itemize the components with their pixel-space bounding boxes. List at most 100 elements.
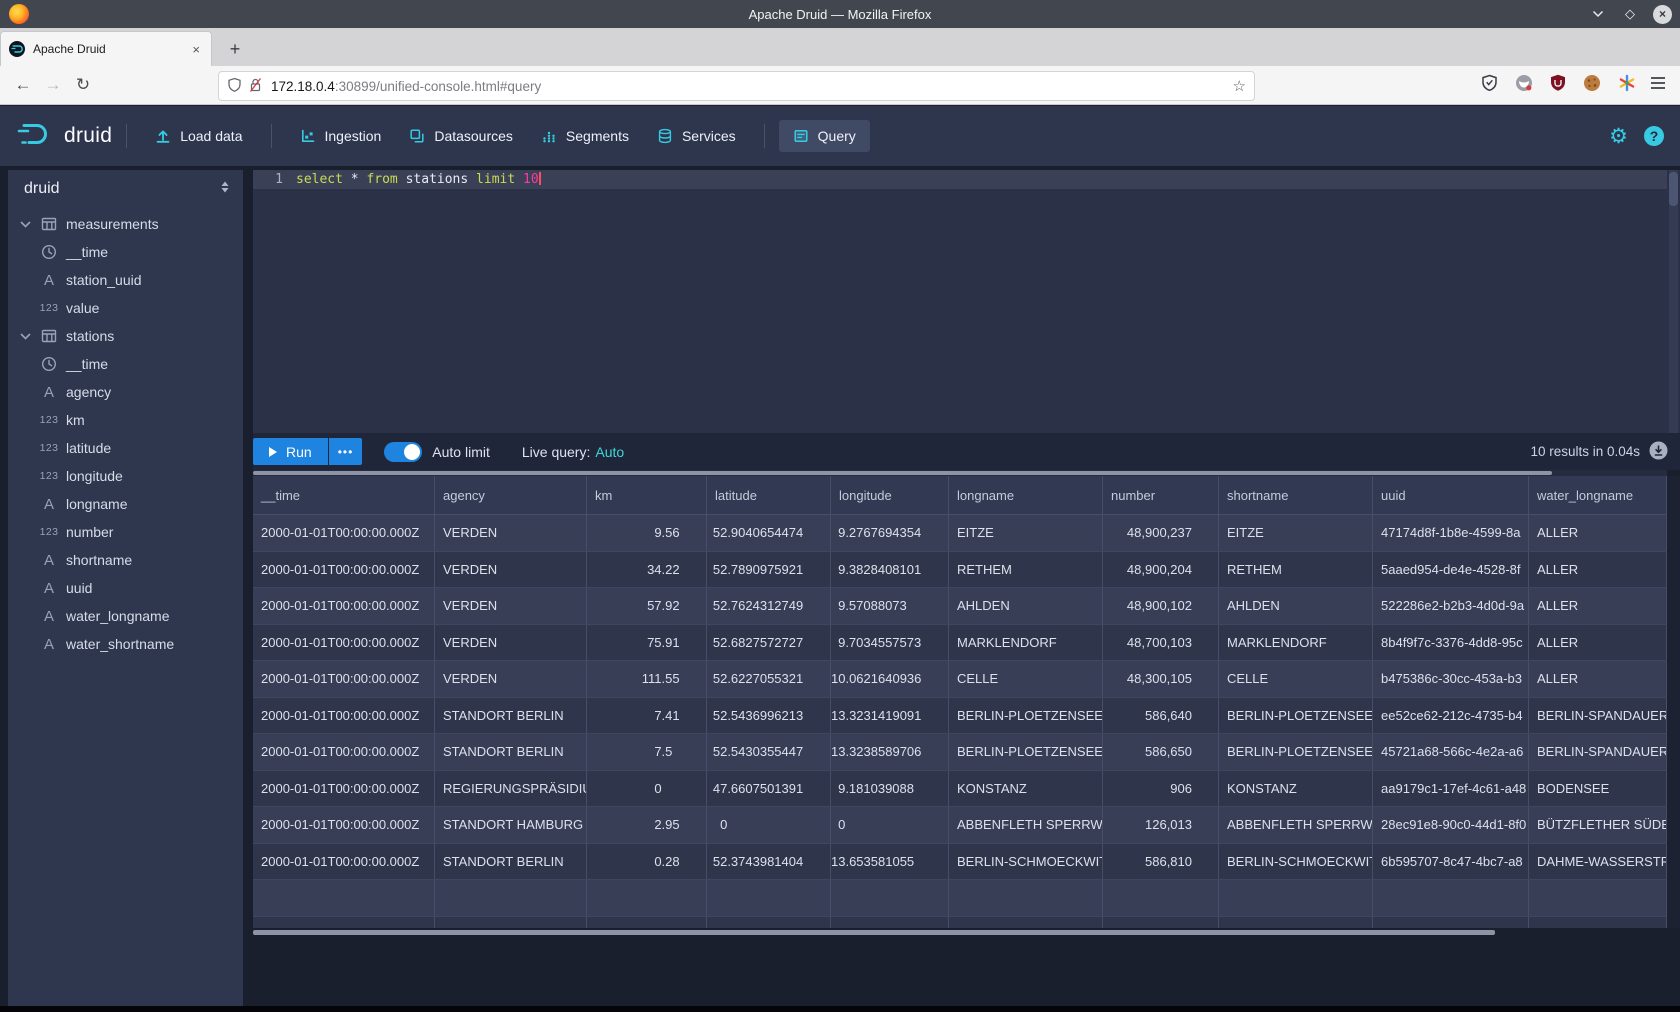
schema-column-number[interactable]: 123number [8,518,243,546]
schema-column-longitude[interactable]: 123longitude [8,462,243,490]
cell-km[interactable]: 9.56 [587,515,707,551]
cookie-icon[interactable] [1583,74,1601,97]
run-more-options-button[interactable]: ••• [329,438,363,465]
run-button[interactable]: Run [253,438,328,465]
cell-agency[interactable]: VERDEN [435,661,587,697]
forward-button[interactable]: → [38,71,68,99]
cell-longitude[interactable]: 13.653581055 [831,844,949,880]
cell-km[interactable]: 34.22 [587,552,707,588]
column-header-agency[interactable]: agency [435,476,587,514]
settings-gear-icon[interactable]: ⚙ [1609,126,1628,147]
nav-item-load-data[interactable]: Load data [141,120,256,152]
nav-item-query[interactable]: Query [779,120,870,152]
cell-longitude[interactable]: 13.3238589706 [831,734,949,770]
column-header-latitude[interactable]: latitude [707,476,831,514]
lock-crossed-icon[interactable] [248,77,263,96]
cell-__time[interactable]: 2000-01-01T00:00:00.000Z [253,661,435,697]
column-header-shortname[interactable]: shortname [1219,476,1373,514]
cell-longname[interactable]: KONSTANZ [949,771,1103,807]
cell-uuid[interactable]: 45721a68-566c-4e2a-a6 [1373,734,1529,770]
window-close-icon[interactable]: × [1653,5,1672,24]
cell-longitude[interactable]: 9.7034557573 [831,625,949,661]
cell-latitude[interactable]: 52.3743981404 [707,844,831,880]
cell-km[interactable]: 111.55 [587,661,707,697]
cell-latitude[interactable]: 52.7890975921 [707,552,831,588]
cell-longname[interactable]: BERLIN-SCHMOECKWITZ [949,844,1103,880]
cell-__time[interactable]: 2000-01-01T00:00:00.000Z [253,588,435,624]
query-editor[interactable]: 1 select * from stations limit 10 [253,170,1680,433]
back-button[interactable]: ← [8,71,38,99]
cell-latitude[interactable]: 52.6227055321 [707,661,831,697]
reload-button[interactable]: ↻ [68,71,98,99]
cell-uuid[interactable]: 5aaed954-de4e-4528-8f [1373,552,1529,588]
cell-agency[interactable]: VERDEN [435,552,587,588]
cell-shortname[interactable]: BERLIN-SCHMOECKWITZ [1219,844,1373,880]
cell-km[interactable]: 0 [587,771,707,807]
cell-longitude[interactable]: 10.0621640936 [831,661,949,697]
cell-latitude[interactable]: 52.7624312749 [707,588,831,624]
cell-km[interactable]: 2.95 [587,807,707,843]
window-menu-chevron-icon[interactable] [1589,5,1607,23]
schema-column-km[interactable]: 123km [8,406,243,434]
schema-column-value[interactable]: 123value [8,294,243,322]
column-header-water_longname[interactable]: water_longname [1529,476,1667,514]
druid-brand[interactable]: druid [16,121,112,152]
live-query-value[interactable]: Auto [595,444,624,460]
cell-shortname[interactable]: ABBENFLETH SPERRWER [1219,807,1373,843]
cell-number[interactable]: 48,700,103 [1103,625,1219,661]
cell-number[interactable]: 48,300,105 [1103,661,1219,697]
new-tab-button[interactable]: + [222,36,248,62]
cell-shortname[interactable]: EITZE [1219,515,1373,551]
cell-water_longname[interactable]: ALLER [1529,625,1667,661]
cell-shortname[interactable]: AHLDEN [1219,588,1373,624]
cell-water_longname[interactable]: ALLER [1529,588,1667,624]
schema-column-water_shortname[interactable]: Awater_shortname [8,630,243,658]
cell-longname[interactable]: RETHEM [949,552,1103,588]
download-circle-icon[interactable] [1649,441,1668,463]
cell-number[interactable]: 48,900,204 [1103,552,1219,588]
cell-longname[interactable]: BERLIN-PLOETZENSEE C [949,698,1103,734]
cell-agency[interactable]: STANDORT BERLIN [435,698,587,734]
schema-column-station_uuid[interactable]: Astation_uuid [8,266,243,294]
cell-uuid[interactable]: b475386c-30cc-453a-b3 [1373,661,1529,697]
cell-water_longname[interactable]: DAHME-WASSERSTRAS [1529,844,1667,880]
help-icon[interactable]: ? [1644,126,1664,146]
url-bar[interactable]: 172.18.0.4:30899/unified-console.html#qu… [218,71,1255,101]
nav-item-services[interactable]: Services [643,120,750,152]
cell-__time[interactable]: 2000-01-01T00:00:00.000Z [253,807,435,843]
cell-longname[interactable]: CELLE [949,661,1103,697]
cell-latitude[interactable]: 0 [707,807,831,843]
cell-longitude[interactable]: 0 [831,807,949,843]
cell-uuid[interactable]: 47174d8f-1b8e-4599-8a [1373,515,1529,551]
cell-latitude[interactable]: 52.9040654474 [707,515,831,551]
cell-water_longname[interactable]: BODENSEE [1529,771,1667,807]
cell-__time[interactable]: 2000-01-01T00:00:00.000Z [253,552,435,588]
schema-column-agency[interactable]: Aagency [8,378,243,406]
url-text[interactable]: 172.18.0.4:30899/unified-console.html#qu… [271,79,541,94]
bookmark-star-icon[interactable]: ☆ [1233,77,1246,95]
cell-latitude[interactable]: 52.5436996213 [707,698,831,734]
cell-shortname[interactable]: BERLIN-PLOETZENSEE C [1219,698,1373,734]
hamburger-menu-icon[interactable] [1650,76,1666,95]
cell-number[interactable]: 906 [1103,771,1219,807]
cell-__time[interactable]: 2000-01-01T00:00:00.000Z [253,698,435,734]
cell-uuid[interactable]: aa9179c1-17ef-4c61-a48 [1373,771,1529,807]
cell-uuid[interactable]: 6b595707-8c47-4bc7-a8 [1373,844,1529,880]
schema-column-water_longname[interactable]: Awater_longname [8,602,243,630]
cell-longitude[interactable]: 13.3231419091 [831,698,949,734]
sql-query-text[interactable]: select * from stations limit 10 [296,170,541,189]
nav-item-ingestion[interactable]: Ingestion [286,120,396,152]
editor-scrollbar[interactable] [1669,170,1678,433]
cell-km[interactable]: 0.28 [587,844,707,880]
cell-longname[interactable]: BERLIN-PLOETZENSEE U [949,734,1103,770]
tab-close-icon[interactable]: × [189,42,203,57]
cell-agency[interactable]: STANDORT HAMBURG [435,807,587,843]
cell-shortname[interactable]: BERLIN-PLOETZENSEE U [1219,734,1373,770]
cell-shortname[interactable]: MARKLENDORF [1219,625,1373,661]
results-vertical-scrollbar[interactable] [1667,476,1680,928]
cell-longitude[interactable]: 9.2767694354 [831,515,949,551]
cell-__time[interactable]: 2000-01-01T00:00:00.000Z [253,734,435,770]
column-header-__time[interactable]: __time [253,476,435,514]
cell-number[interactable]: 586,650 [1103,734,1219,770]
auto-limit-toggle[interactable] [384,442,422,462]
